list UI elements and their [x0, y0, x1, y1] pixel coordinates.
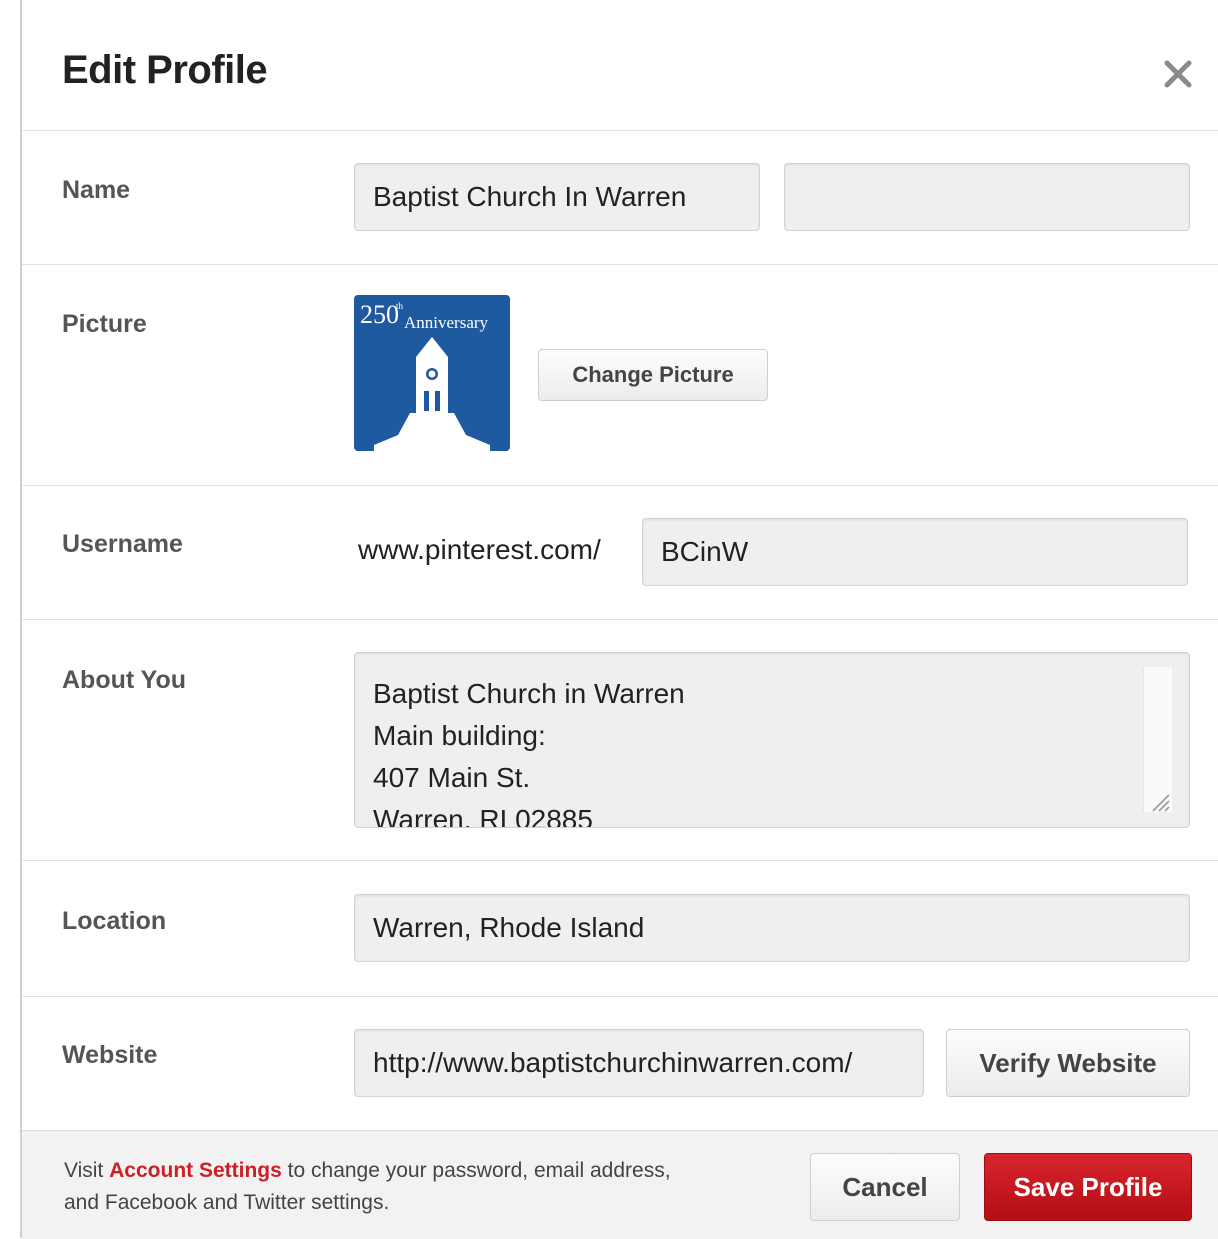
first-name-input[interactable]: Baptist Church In Warren — [354, 163, 760, 231]
change-picture-button[interactable]: Change Picture — [538, 349, 768, 401]
username-row: Username www.pinterest.com/ BCinW — [22, 486, 1218, 620]
picture-label: Picture — [62, 310, 147, 338]
last-name-input[interactable] — [784, 163, 1190, 231]
website-label: Website — [62, 1041, 158, 1069]
verify-website-button[interactable]: Verify Website — [946, 1029, 1190, 1097]
about-row: About You Baptist Church in Warren Main … — [22, 620, 1218, 861]
note-text-before: Visit — [64, 1159, 110, 1182]
website-input[interactable]: http://www.baptistchurchinwarren.com/ — [354, 1029, 924, 1097]
dialog-title: Edit Profile — [62, 48, 268, 92]
picture-row: Picture 250 th Anniversary Change Pictur… — [22, 265, 1218, 486]
dialog-footer: Visit Account Settings to change your pa… — [22, 1130, 1218, 1239]
church-steeple-icon — [374, 337, 490, 451]
anniversary-number: 250 — [360, 300, 399, 329]
about-textarea[interactable]: Baptist Church in Warren Main building: … — [354, 652, 1190, 828]
name-label: Name — [62, 176, 131, 204]
name-row: Name Baptist Church In Warren — [22, 131, 1218, 265]
about-line: Baptist Church in Warren — [373, 678, 685, 709]
close-icon[interactable] — [1160, 56, 1196, 92]
about-line: 407 Main St. — [373, 762, 531, 793]
username-label: Username — [62, 530, 183, 558]
dialog-header: Edit Profile — [22, 0, 1218, 131]
save-profile-button[interactable]: Save Profile — [984, 1153, 1192, 1221]
about-line: Warren, RI 02885 — [373, 804, 593, 828]
profile-picture: 250 th Anniversary — [354, 295, 510, 451]
username-input[interactable]: BCinW — [642, 518, 1188, 586]
resize-grip-icon[interactable] — [1149, 791, 1171, 813]
website-row: Website http://www.baptistchurchinwarren… — [22, 997, 1218, 1130]
edit-profile-dialog: Edit Profile Name Baptist Church In Warr… — [22, 0, 1218, 1239]
username-url-prefix: www.pinterest.com/ — [358, 534, 601, 565]
location-input[interactable]: Warren, Rhode Island — [354, 894, 1190, 962]
account-settings-note: Visit Account Settings to change your pa… — [64, 1155, 704, 1219]
location-row: Location Warren, Rhode Island — [22, 861, 1218, 997]
cancel-button[interactable]: Cancel — [810, 1153, 960, 1221]
anniversary-word: Anniversary — [404, 313, 489, 332]
about-line: Main building: — [373, 720, 546, 751]
account-settings-link[interactable]: Account Settings — [109, 1159, 282, 1182]
location-label: Location — [62, 907, 167, 935]
anniversary-suffix: th — [396, 301, 404, 311]
about-text: Baptist Church in Warren Main building: … — [373, 673, 1133, 828]
about-label: About You — [62, 666, 187, 694]
